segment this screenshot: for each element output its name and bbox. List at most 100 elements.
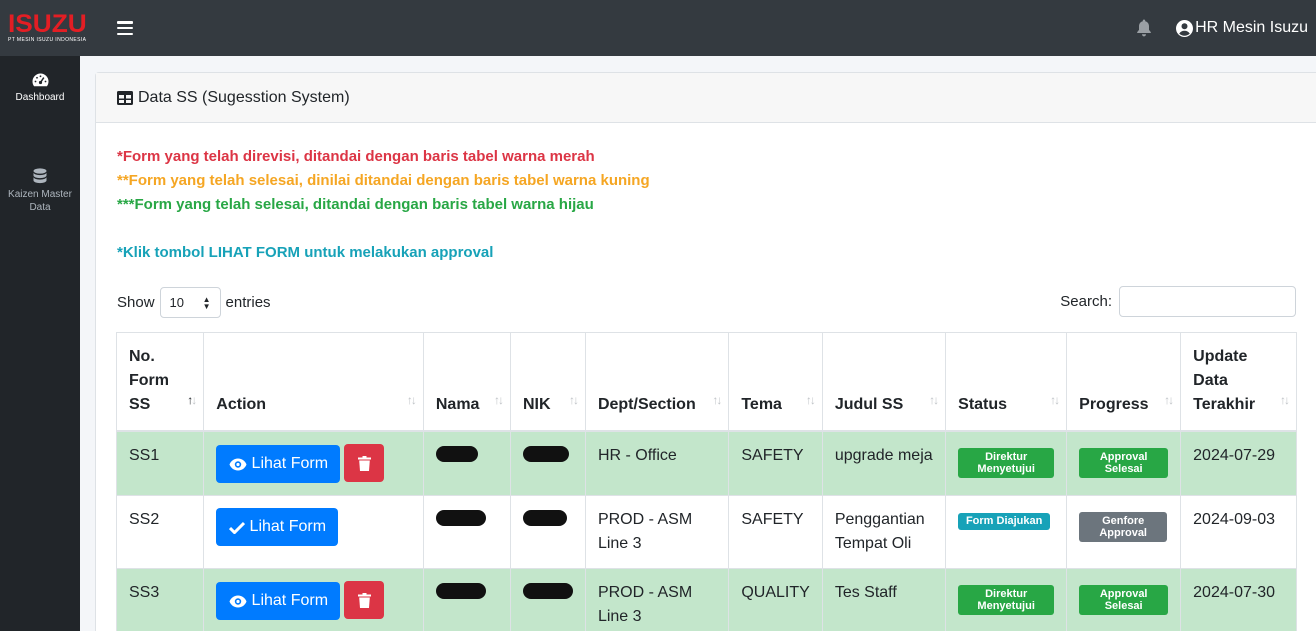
progress-badge: Approval Selesai bbox=[1079, 585, 1169, 615]
cell-nama bbox=[422, 568, 511, 631]
sidebar-item-dashboard[interactable]: Dashboard bbox=[0, 72, 80, 104]
sort-icon: ↑↓ bbox=[805, 393, 816, 407]
user-circle-icon bbox=[1176, 19, 1194, 37]
eye-icon bbox=[229, 595, 247, 607]
progress-badge: Approval Selesai bbox=[1079, 448, 1169, 478]
col-nama[interactable]: Nama ↑↓ bbox=[422, 332, 511, 432]
sort-icon: ↑↓ bbox=[1164, 393, 1174, 407]
cell-updated: 2024-07-30 bbox=[1180, 568, 1297, 631]
cell-action: Lihat Form bbox=[203, 430, 424, 496]
redacted-nik bbox=[522, 583, 573, 599]
sidebar-item-kaizen-master-data[interactable]: Kaizen Master Data bbox=[0, 168, 80, 214]
brand[interactable]: ISUZU PT MESIN ISUZU INDONESIA bbox=[0, 12, 110, 44]
user-menu[interactable]: HR Mesin Isuzu bbox=[1176, 19, 1308, 37]
sort-icon: ↑↓ bbox=[1280, 393, 1290, 407]
note-finished-green: ***Form yang telah selesai, ditandai den… bbox=[117, 196, 594, 213]
cell-no: SS3 bbox=[115, 568, 205, 631]
cell-dept: PROD - ASM Line 3 bbox=[584, 495, 730, 569]
eye-icon bbox=[229, 458, 247, 470]
status-badge: Form Diajukan bbox=[958, 512, 1051, 530]
table-row: SS1 Lihat Form HR - Office SAFETY upgrad… bbox=[115, 430, 1297, 496]
table-row: SS2 Lihat Form PROD - ASM Line 3 SAFETY … bbox=[115, 495, 1297, 569]
col-update[interactable]: Update Data Terakhir ↑↓ bbox=[1180, 332, 1297, 432]
delete-button[interactable] bbox=[344, 581, 385, 619]
card-title: Data SS (Sugesstion System) bbox=[138, 88, 350, 106]
cell-progress: Approval Selesai bbox=[1066, 430, 1182, 496]
lihat-form-button[interactable]: Lihat Form bbox=[216, 582, 341, 620]
cell-tema: SAFETY bbox=[728, 430, 823, 496]
sort-icon: ↑↓ bbox=[406, 393, 417, 407]
brand-subtitle: PT MESIN ISUZU INDONESIA bbox=[8, 37, 87, 43]
sort-icon: ↑↓ bbox=[568, 393, 579, 407]
cell-tema: QUALITY bbox=[728, 568, 823, 631]
lihat-form-button[interactable]: Lihat Form bbox=[216, 508, 339, 546]
cell-status: Form Diajukan bbox=[945, 495, 1068, 569]
redacted-name bbox=[435, 583, 486, 599]
cell-nik bbox=[509, 568, 586, 631]
sidebar: Dashboard Kaizen Master Data bbox=[0, 56, 80, 631]
cell-no: SS1 bbox=[115, 430, 205, 496]
bell-icon[interactable] bbox=[1136, 19, 1152, 37]
sort-icon: ↑↓ bbox=[712, 393, 722, 407]
col-judul[interactable]: Judul SS ↑↓ bbox=[821, 332, 947, 432]
cell-judul: Penggantian Tempat Oli bbox=[821, 495, 947, 569]
cell-progress: Genfore Approval bbox=[1066, 495, 1182, 569]
col-action[interactable]: Action ↑↓ bbox=[203, 332, 424, 432]
sidebar-item-label: Kaizen Master Data bbox=[8, 189, 72, 213]
delete-button[interactable] bbox=[344, 444, 385, 482]
cell-status: Direktur Menyetujui bbox=[945, 568, 1068, 631]
cell-tema: SAFETY bbox=[728, 495, 823, 569]
cell-judul: upgrade meja bbox=[821, 430, 947, 496]
col-progress[interactable]: Progress ↑↓ bbox=[1066, 332, 1182, 432]
trash-icon bbox=[357, 592, 371, 608]
cell-nik bbox=[509, 430, 586, 496]
check-icon bbox=[228, 521, 245, 534]
redacted-name bbox=[435, 510, 486, 526]
cell-judul: Tes Staff bbox=[821, 568, 947, 631]
cell-updated: 2024-09-03 bbox=[1180, 495, 1297, 569]
legend-notes: *Form yang telah direvisi, ditandai deng… bbox=[117, 145, 650, 265]
length-control: Show 10 ▲ ▼ entries bbox=[117, 287, 271, 318]
cell-dept: PROD - ASM Line 3 bbox=[584, 568, 730, 631]
col-nik[interactable]: NIK ↑↓ bbox=[509, 332, 586, 432]
col-no-form[interactable]: No. Form SS ↑↓ bbox=[115, 332, 205, 432]
table-row: SS3 Lihat Form PROD - ASM Line 3 QUALITY… bbox=[115, 568, 1297, 631]
user-name: HR Mesin Isuzu bbox=[1195, 19, 1308, 36]
lihat-form-button[interactable]: Lihat Form bbox=[216, 445, 341, 483]
status-badge: Direktur Menyetujui bbox=[958, 585, 1055, 615]
cell-nik bbox=[509, 495, 586, 569]
redacted-nik bbox=[522, 446, 569, 462]
sidebar-item-label: Dashboard bbox=[15, 92, 65, 103]
progress-badge: Genfore Approval bbox=[1079, 512, 1168, 542]
entries-select[interactable]: 10 ▲ ▼ bbox=[159, 287, 221, 318]
entries-value: 10 bbox=[169, 295, 184, 310]
note-rated-yellow: **Form yang telah selesai, dinilai ditan… bbox=[117, 172, 650, 189]
entries-label: entries bbox=[225, 294, 271, 311]
sort-icon: ↑↓ bbox=[1050, 393, 1060, 407]
data-ss-card: Data SS (Sugesstion System) *Form yang t… bbox=[95, 72, 1316, 631]
status-badge: Direktur Menyetujui bbox=[958, 448, 1055, 478]
redacted-nik bbox=[522, 510, 567, 526]
gauge-icon bbox=[32, 73, 48, 87]
note-revised-red: *Form yang telah direvisi, ditandai deng… bbox=[117, 148, 595, 165]
redacted-name bbox=[435, 446, 478, 462]
top-navbar: ISUZU PT MESIN ISUZU INDONESIA HR Mesin … bbox=[0, 0, 1316, 56]
search-control: Search: bbox=[1060, 286, 1296, 317]
cell-no: SS2 bbox=[115, 495, 205, 569]
hamburger-menu-icon[interactable] bbox=[117, 21, 133, 35]
trash-icon bbox=[357, 455, 371, 471]
cell-action: Lihat Form bbox=[203, 568, 424, 631]
card-header: Data SS (Sugesstion System) bbox=[96, 73, 1316, 123]
sort-icon: ↑↓ bbox=[187, 393, 197, 407]
cell-dept: HR - Office bbox=[584, 430, 730, 496]
cell-progress: Approval Selesai bbox=[1066, 568, 1182, 631]
cell-status: Direktur Menyetujui bbox=[945, 430, 1068, 496]
show-label: Show bbox=[117, 294, 155, 311]
col-dept[interactable]: Dept/Section ↑↓ bbox=[584, 332, 730, 432]
search-input[interactable] bbox=[1119, 286, 1296, 317]
col-tema[interactable]: Tema ↑↓ bbox=[728, 332, 823, 432]
col-status[interactable]: Status ↑↓ bbox=[945, 332, 1068, 432]
sort-icon: ↑↓ bbox=[929, 393, 939, 407]
search-label: Search: bbox=[1060, 293, 1112, 310]
select-arrows-icon: ▲ ▼ bbox=[202, 295, 211, 311]
